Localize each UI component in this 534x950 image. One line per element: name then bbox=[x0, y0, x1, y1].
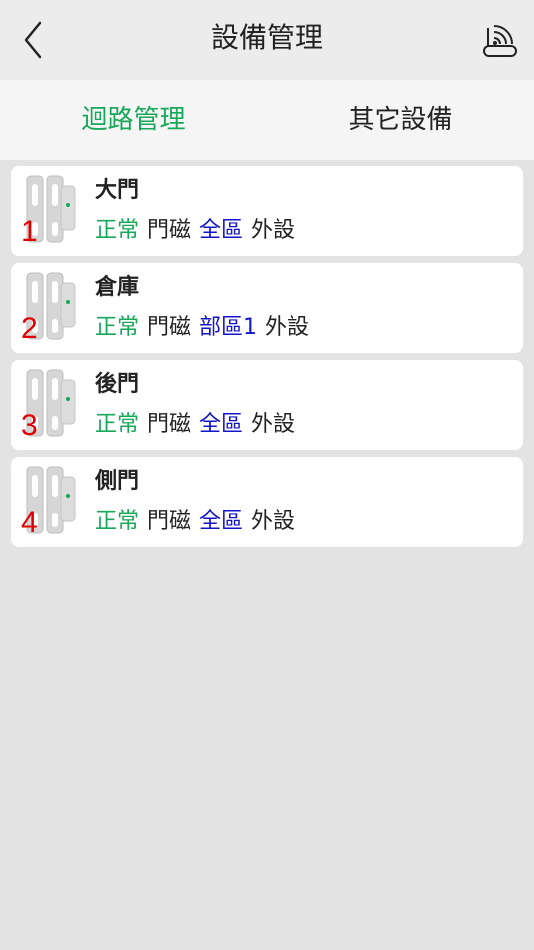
device-name: 倉庫 bbox=[95, 275, 140, 300]
device-type: 門磁 bbox=[147, 218, 192, 243]
device-signal-button[interactable] bbox=[480, 20, 520, 60]
device-name: 大門 bbox=[95, 178, 140, 203]
device-zone: 全區 bbox=[199, 412, 244, 437]
device-status: 正常 bbox=[95, 315, 140, 340]
device-status: 正常 bbox=[95, 509, 140, 534]
device-info: 正常 門磁 全區 外設 bbox=[95, 410, 303, 440]
device-number: 1 bbox=[21, 215, 38, 248]
device-type: 門磁 bbox=[147, 315, 192, 340]
device-info: 正常 門磁 全區 外設 bbox=[95, 507, 303, 537]
device-row[interactable]: 1 大門 正常 門磁 全區 外設 bbox=[11, 166, 523, 256]
tab-circuit-management[interactable]: 迴路管理 bbox=[0, 80, 267, 160]
device-name: 後門 bbox=[95, 372, 140, 397]
device-list: 1 大門 正常 門磁 全區 外設 2 倉庫 正常 門磁 部區1 外設 3 後門 … bbox=[11, 166, 523, 554]
device-row[interactable]: 4 側門 正常 門磁 全區 外設 bbox=[11, 457, 523, 547]
device-row[interactable]: 3 後門 正常 門磁 全區 外設 bbox=[11, 360, 523, 450]
device-location: 外設 bbox=[265, 315, 310, 340]
device-zone: 全區 bbox=[199, 509, 244, 534]
device-number: 3 bbox=[21, 409, 38, 442]
device-type: 門磁 bbox=[147, 412, 192, 437]
device-type: 門磁 bbox=[147, 509, 192, 534]
device-status: 正常 bbox=[95, 218, 140, 243]
device-info: 正常 門磁 部區1 外設 bbox=[95, 313, 317, 343]
device-status: 正常 bbox=[95, 412, 140, 437]
tab-other-devices[interactable]: 其它設備 bbox=[267, 80, 534, 160]
device-number: 4 bbox=[21, 506, 38, 539]
device-info: 正常 門磁 全區 外設 bbox=[95, 216, 303, 246]
device-location: 外設 bbox=[251, 412, 296, 437]
device-name: 側門 bbox=[95, 469, 140, 494]
device-number: 2 bbox=[21, 312, 38, 345]
wireless-signal-icon bbox=[483, 25, 517, 57]
page-title: 設備管理 bbox=[210, 21, 323, 54]
device-location: 外設 bbox=[251, 509, 296, 534]
tab-bar: 迴路管理 其它設備 bbox=[0, 80, 534, 160]
device-zone: 全區 bbox=[199, 218, 244, 243]
device-zone: 部區1 bbox=[199, 315, 258, 340]
app-header: 設備管理 bbox=[0, 0, 534, 80]
device-row[interactable]: 2 倉庫 正常 門磁 部區1 外設 bbox=[11, 263, 523, 353]
device-location: 外設 bbox=[251, 218, 296, 243]
